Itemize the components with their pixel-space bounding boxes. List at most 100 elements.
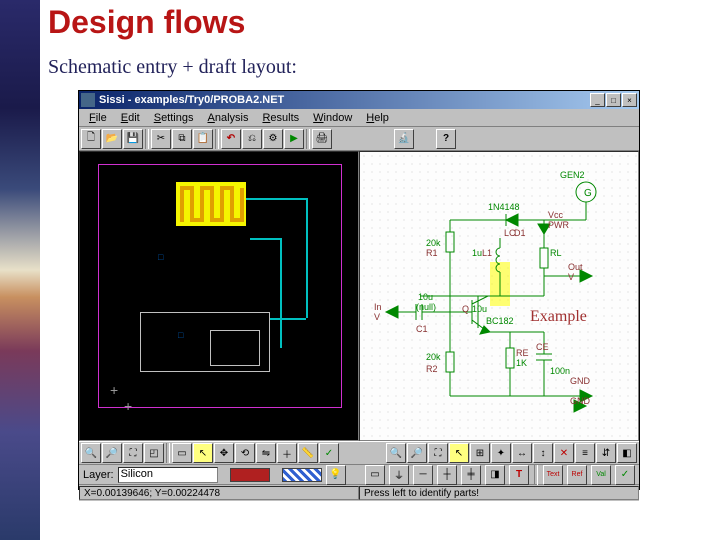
paste-icon[interactable]: 📋 (193, 129, 213, 149)
net-icon[interactable]: ╪ (461, 465, 481, 485)
toolbar-zoom: 🔍 🔎 ⛶ ◰ ▭ ↖ ✥ ⟲ ⇋ ＋ 📏 ✓ 🔍 🔎 ⛶ ↖ ⊞ ✦ ↔ ↕ … (79, 441, 639, 465)
layout-wire (250, 238, 280, 240)
menu-results[interactable]: Results (256, 111, 305, 125)
swatch-red[interactable] (230, 468, 270, 482)
slide-accent-sidebar (0, 0, 40, 540)
label-r1v: 20k (426, 238, 441, 248)
label-c1: C1 (416, 324, 428, 334)
label-r1: R1 (426, 248, 438, 258)
svg-text:G: G (584, 188, 592, 199)
value-icon[interactable]: Val (591, 465, 611, 485)
slide-subheading: Schematic entry + draft layout: (48, 56, 297, 79)
delete-icon[interactable]: ✕ (554, 443, 574, 463)
run-icon[interactable]: ▶ (284, 129, 304, 149)
label-qv: 10u (472, 304, 487, 314)
cut-icon[interactable]: ✂ (151, 129, 171, 149)
close-button[interactable]: × (622, 93, 637, 107)
place-icon[interactable]: ◧ (617, 443, 637, 463)
label-1n4148: 1N4148 (488, 202, 520, 212)
copy-icon[interactable]: ⧉ (172, 129, 192, 149)
undo-icon[interactable]: ↶ (221, 129, 241, 149)
menubar: File Edit Settings Analysis Results Wind… (79, 109, 639, 127)
flip-v-icon[interactable]: ↕ (533, 443, 553, 463)
wire-icon[interactable]: ─ (413, 465, 433, 485)
refdes-icon[interactable]: Ref (567, 465, 587, 485)
menu-settings[interactable]: Settings (148, 111, 200, 125)
schematic-view[interactable]: G (359, 151, 639, 441)
junction-icon[interactable]: ┼ (437, 465, 457, 485)
flip-h-icon[interactable]: ↔ (512, 443, 532, 463)
menu-edit[interactable]: Edit (115, 111, 146, 125)
bulb-icon[interactable]: 💡 (326, 465, 346, 485)
status-coords: X=0.00139646; Y=0.00224478 (79, 486, 359, 500)
zoom-in-icon[interactable]: 🔍 (81, 443, 101, 463)
resistor-icon[interactable]: ▭ (365, 465, 385, 485)
label-r2: R2 (426, 364, 438, 374)
menu-window[interactable]: Window (307, 111, 358, 125)
window-title: Sissi - examples/Try0/PROBA2.NET (99, 94, 284, 106)
move-icon[interactable]: ✥ (214, 443, 234, 463)
zoom-window-icon[interactable]: ◰ (144, 443, 164, 463)
print-icon[interactable]: 🖨 (312, 129, 332, 149)
check-icon[interactable]: ✓ (319, 443, 339, 463)
workspace: + + □ □ G (79, 151, 639, 441)
menu-help[interactable]: Help (360, 111, 395, 125)
ground-icon[interactable]: ⏚ (389, 465, 409, 485)
tool-icon[interactable]: ⚙ (263, 129, 283, 149)
layout-annot: □ (158, 252, 163, 262)
layout-wire (306, 198, 308, 318)
add-icon[interactable]: ＋ (277, 443, 297, 463)
label-pwr: PWR (548, 220, 569, 230)
maximize-button[interactable]: □ (606, 93, 621, 107)
label-10u: 10u (418, 292, 433, 302)
label-ce: CE (536, 342, 549, 352)
label-v2: V (374, 312, 380, 322)
new-icon[interactable]: 🗋 (81, 129, 101, 149)
menu-analysis[interactable]: Analysis (201, 111, 254, 125)
align-icon[interactable]: ≡ (575, 443, 595, 463)
menu-file[interactable]: File (83, 111, 113, 125)
port-icon[interactable]: ◨ (485, 465, 505, 485)
layout-annot: □ (178, 330, 183, 340)
separator (215, 129, 219, 149)
distribute-icon[interactable]: ⇵ (596, 443, 616, 463)
save-icon[interactable]: 💾 (123, 129, 143, 149)
text-icon[interactable]: T (509, 465, 529, 485)
meander-inductor (176, 182, 256, 242)
select-icon[interactable]: ▭ (172, 443, 192, 463)
layout-spiral (210, 330, 260, 366)
label-gnd2: GND (570, 396, 590, 406)
textblock-icon[interactable]: Text (543, 465, 563, 485)
zoom-out-icon[interactable]: 🔎 (407, 443, 427, 463)
zoom-fit-icon[interactable]: ⛶ (428, 443, 448, 463)
help-icon[interactable]: ? (436, 129, 456, 149)
microscope-icon[interactable]: 🔬 (394, 129, 414, 149)
open-icon[interactable]: 📂 (102, 129, 122, 149)
separator (534, 465, 538, 485)
titlebar[interactable]: Sissi - examples/Try0/PROBA2.NET _ □ × (79, 91, 639, 109)
check-icon[interactable]: ✓ (615, 465, 635, 485)
zoom-fit-icon[interactable]: ⛶ (123, 443, 143, 463)
status-hint: Press left to identify parts! (359, 486, 639, 500)
grid-icon[interactable]: ⊞ (470, 443, 490, 463)
pointer-icon[interactable]: ↖ (193, 443, 213, 463)
label-rl: RL (550, 248, 562, 258)
layer-select[interactable]: Silicon (118, 467, 218, 483)
rotate-icon[interactable]: ⟲ (235, 443, 255, 463)
app-icon (81, 93, 95, 107)
zoom-out-icon[interactable]: 🔎 (102, 443, 122, 463)
label-bc182: BC182 (486, 316, 514, 326)
swatch-hatch[interactable] (282, 468, 322, 482)
redo-icon[interactable]: ⎌ (242, 129, 262, 149)
label-q: Q (462, 304, 469, 314)
minimize-button[interactable]: _ (590, 93, 605, 107)
separator (145, 129, 149, 149)
measure-icon[interactable]: 📏 (298, 443, 318, 463)
layout-view[interactable]: + + □ □ (79, 151, 359, 441)
mirror-icon[interactable]: ⇋ (256, 443, 276, 463)
zoom-in-icon[interactable]: 🔍 (386, 443, 406, 463)
pointer-icon[interactable]: ↖ (449, 443, 469, 463)
snap-icon[interactable]: ✦ (491, 443, 511, 463)
app-window: Sissi - examples/Try0/PROBA2.NET _ □ × F… (78, 90, 640, 490)
label-r2v: 20k (426, 352, 441, 362)
